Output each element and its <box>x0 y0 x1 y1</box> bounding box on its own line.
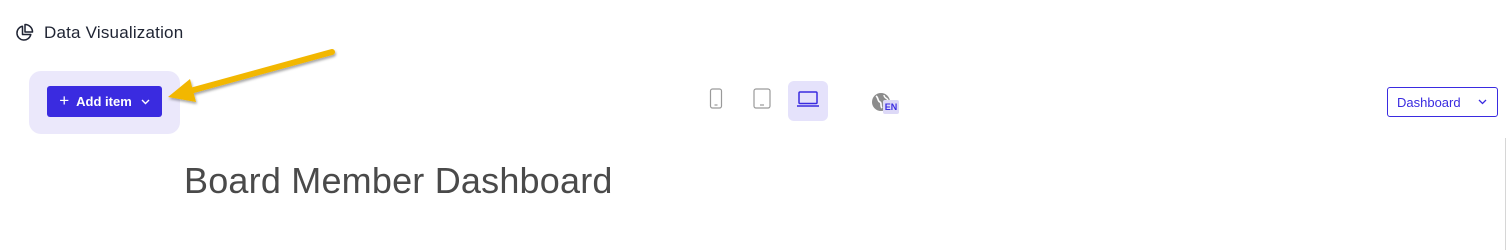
view-select-value: Dashboard <box>1397 94 1461 110</box>
smartphone-icon <box>709 88 723 114</box>
chevron-down-icon <box>141 99 150 105</box>
add-item-label: Add item <box>76 94 132 109</box>
plus-icon: + <box>59 91 70 110</box>
chevron-down-icon <box>1478 99 1487 105</box>
app-header: Data Visualization <box>14 20 183 46</box>
tablet-icon <box>753 88 771 114</box>
dashboard-title: Board Member Dashboard <box>184 160 613 201</box>
language-code-badge: EN <box>883 100 899 114</box>
laptop-icon <box>796 90 820 113</box>
device-mobile-button[interactable] <box>696 81 736 121</box>
annotation-arrow-icon <box>168 49 335 102</box>
language-switcher[interactable]: EN <box>871 92 901 116</box>
device-tablet-button[interactable] <box>742 81 782 121</box>
app-title: Data Visualization <box>44 23 184 42</box>
device-desktop-button[interactable] <box>788 81 828 121</box>
view-select[interactable]: Dashboard <box>1387 87 1498 117</box>
panel-divider <box>1505 138 1506 250</box>
pie-chart-icon <box>14 23 34 43</box>
add-item-button[interactable]: + Add item <box>47 86 162 117</box>
